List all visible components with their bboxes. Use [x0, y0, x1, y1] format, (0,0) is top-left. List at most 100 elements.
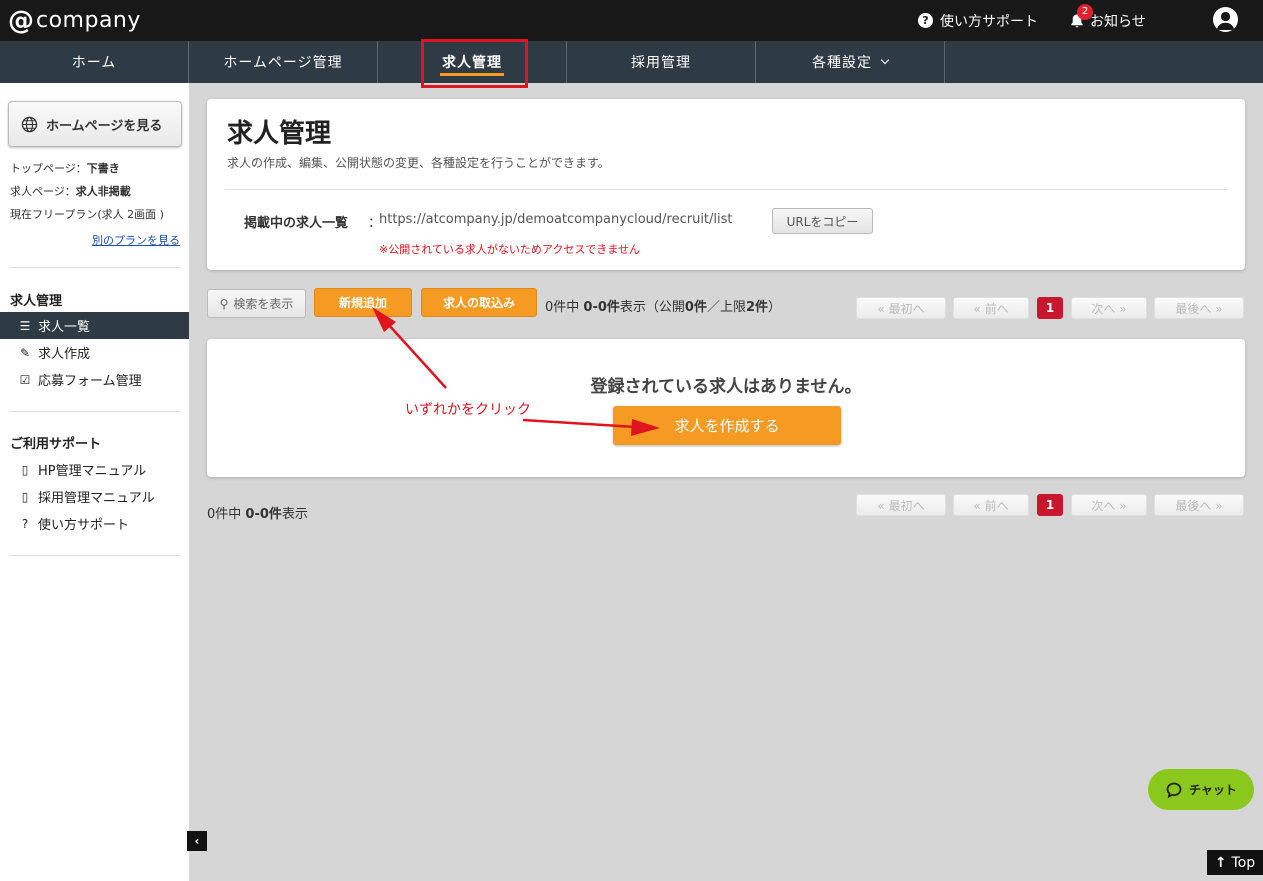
globe-icon [21, 116, 38, 132]
show-search-button[interactable]: ⚲ 検索を表示 [207, 289, 306, 318]
user-avatar-icon[interactable] [1213, 7, 1238, 32]
chat-label: チャット [1189, 783, 1237, 797]
url-unavailable-note: ※公開されている求人がないためアクセスできません [379, 243, 641, 256]
pagination-current-page[interactable]: 1 [1037, 297, 1063, 319]
sidebar-item-job-create[interactable]: ✎ 求人作成 [0, 339, 189, 366]
sidebar-item-hp-manual-label: HP管理マニュアル [38, 464, 147, 479]
notice-count-badge: 2 [1077, 3, 1093, 20]
job-list-panel: 登録されている求人はありません。 求人を作成する [207, 339, 1245, 477]
support-link[interactable]: ? 使い方サポート [918, 0, 1038, 41]
sidebar-item-recruitment-manual-label: 採用管理マニュアル [38, 491, 155, 506]
job-page-status-label: 求人ページ： [10, 185, 76, 198]
bottom-count-prefix: 0件中 [207, 507, 246, 522]
chevron-left-icon: ‹ [194, 834, 200, 848]
logo-text: company [36, 8, 141, 33]
show-search-label: 検索を表示 [233, 297, 294, 311]
tab-recruitment-management[interactable]: 採用管理 [567, 41, 756, 83]
top-bar: @ company ? 使い方サポート 2 お知らせ [0, 0, 1263, 41]
bottom-pagination-current-page[interactable]: 1 [1037, 494, 1063, 516]
copy-url-button[interactable]: URLをコピー [772, 208, 873, 234]
list-icon: ☰ [19, 318, 31, 333]
job-section-heading: 求人管理 [10, 294, 63, 309]
search-icon: ⚲ [219, 296, 229, 311]
tab-settings-label: 各種設定 [812, 55, 872, 71]
sidebar: ホームページを見る トップページ：下書き 求人ページ：求人非掲載 現在フリープラ… [0, 83, 189, 881]
tab-home-label: ホーム [71, 55, 117, 71]
count-limit-prefix: ／上限 [706, 300, 746, 315]
count-range: 0-0件 [583, 300, 620, 315]
empty-message: 登録されている求人はありません。 [590, 377, 862, 397]
support-label: 使い方サポート [940, 13, 1038, 30]
arrow-up-icon: ↑ [1214, 854, 1227, 871]
logo-at-symbol: @ [8, 6, 34, 36]
tab-home[interactable]: ホーム [0, 41, 189, 83]
tab-recruitment-management-label: 採用管理 [631, 55, 691, 71]
sidebar-divider [9, 267, 181, 268]
sidebar-collapse-button[interactable]: ‹ [187, 831, 207, 851]
annotation-text: いずれかをクリック [405, 402, 531, 418]
bottom-pagination-prev[interactable]: « 前へ [953, 494, 1029, 516]
question-icon: ? [21, 516, 29, 531]
pagination-first[interactable]: « 最初へ [856, 297, 946, 319]
count-close: ） [768, 300, 782, 315]
support-section-heading: ご利用サポート [10, 437, 102, 452]
company-logo[interactable]: @ company [8, 6, 141, 36]
view-homepage-button[interactable]: ホームページを見る [8, 101, 182, 147]
scroll-top-button[interactable]: ↑ Top [1207, 850, 1263, 875]
sidebar-item-application-form[interactable]: ☑ 応募フォーム管理 [0, 366, 189, 393]
job-page-status: 求人ページ：求人非掲載 [10, 183, 131, 199]
bottom-pagination-next[interactable]: 次へ » [1071, 494, 1147, 516]
bottom-count-suffix: 表示 [281, 507, 308, 522]
sidebar-item-usage-support-label: 使い方サポート [38, 518, 130, 533]
panel-divider [225, 189, 1227, 190]
sidebar-item-usage-support[interactable]: ? 使い方サポート [0, 510, 189, 537]
bottom-result-count: 0件中 0-0件表示 [207, 503, 308, 522]
job-page-status-value: 求人非掲載 [75, 185, 131, 198]
notice-link[interactable]: 2 お知らせ [1069, 0, 1146, 41]
top-page-status: トップページ：下書き [10, 160, 120, 176]
chat-button[interactable]: チャット [1148, 769, 1254, 810]
job-list-url-label: 掲載中の求人一覧 [244, 216, 349, 231]
tab-settings[interactable]: 各種設定 [756, 41, 945, 83]
pdf-icon: ▯ [21, 489, 29, 504]
scroll-top-label: Top [1231, 854, 1256, 871]
page-description: 求人の作成、編集、公開状態の変更、各種設定を行うことができます。 [227, 156, 610, 170]
sidebar-item-hp-manual[interactable]: ▯ HP管理マニュアル [0, 456, 189, 483]
top-page-status-value: 下書き [86, 162, 120, 175]
count-public: 0件 [684, 300, 707, 315]
add-new-button[interactable]: 新規追加 [314, 288, 412, 317]
bottom-pagination-first[interactable]: « 最初へ [856, 494, 946, 516]
tab-homepage-management-label: ホームページ管理 [223, 55, 343, 71]
job-list-url: https://atcompany.jp/demoatcompanycloud/… [379, 212, 733, 227]
count-prefix: 0件中 [545, 300, 584, 315]
pagination-next[interactable]: 次へ » [1071, 297, 1147, 319]
pagination-last[interactable]: 最後へ » [1154, 297, 1244, 319]
chevron-down-icon [880, 55, 890, 65]
other-plans-link[interactable]: 別のプランを見る [92, 232, 180, 248]
bottom-pagination-last[interactable]: 最後へ » [1154, 494, 1244, 516]
sidebar-item-job-list-label: 求人一覧 [38, 320, 91, 335]
pdf-icon: ▯ [21, 462, 29, 477]
import-jobs-button[interactable]: 求人の取込み [421, 288, 537, 317]
sidebar-item-job-create-label: 求人作成 [38, 347, 91, 362]
plan-info: 現在フリープラン(求人 2画面 ) [10, 208, 164, 221]
checkbox-icon: ☑ [19, 372, 31, 387]
view-homepage-label: ホームページを見る [46, 118, 163, 134]
tab-highlight-annotation [421, 39, 528, 88]
count-limit: 2件 [745, 300, 769, 315]
sidebar-item-application-form-label: 応募フォーム管理 [38, 374, 142, 389]
sidebar-divider [9, 411, 181, 412]
tab-homepage-management[interactable]: ホームページ管理 [189, 41, 378, 83]
page-header-panel: 求人管理 求人の作成、編集、公開状態の変更、各種設定を行うことができます。 掲載… [207, 99, 1245, 270]
sidebar-divider [9, 555, 181, 556]
result-count: 0件中 0-0件表示（公開0件／上限2件） [545, 296, 781, 315]
sidebar-item-recruitment-manual[interactable]: ▯ 採用管理マニュアル [0, 483, 189, 510]
count-suffix: 表示（公開 [619, 300, 685, 315]
create-job-button[interactable]: 求人を作成する [613, 406, 841, 445]
edit-icon: ✎ [19, 345, 31, 360]
main-nav: ホーム ホームページ管理 求人管理 採用管理 各種設定 [0, 41, 1263, 83]
pagination-prev[interactable]: « 前へ [953, 297, 1029, 319]
sidebar-item-job-list[interactable]: ☰ 求人一覧 [0, 312, 189, 339]
bottom-count-range: 0-0件 [245, 507, 282, 522]
chat-bubble-icon [1166, 782, 1182, 798]
